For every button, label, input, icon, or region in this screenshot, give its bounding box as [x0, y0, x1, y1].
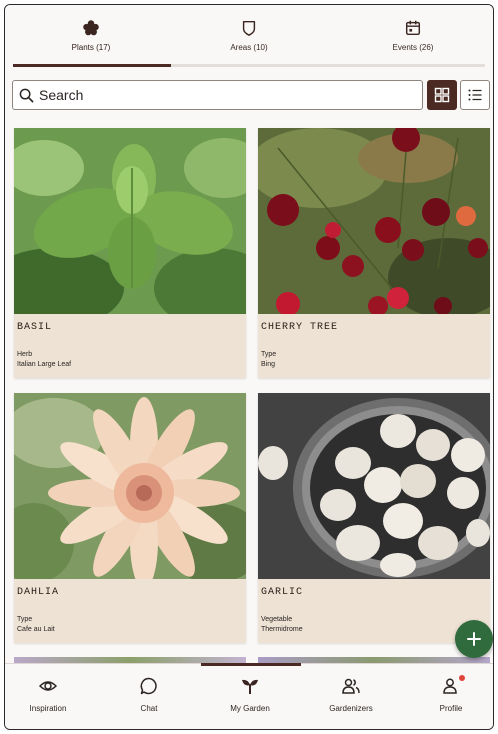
nav-my-garden-label: My Garden	[230, 704, 270, 713]
plant-variety: Thermidrome	[261, 626, 303, 633]
nav-inspiration[interactable]: Inspiration	[8, 676, 88, 713]
tab-active-indicator	[13, 64, 171, 67]
list-view-button[interactable]	[460, 80, 490, 110]
add-plant-button[interactable]	[455, 620, 493, 658]
cherry-tree-photo	[258, 128, 490, 314]
plant-name: GARLIC	[261, 587, 304, 598]
tab-events-label: Events (26)	[392, 43, 434, 52]
profile-icon	[443, 678, 457, 694]
search-input[interactable]: Search	[12, 80, 423, 110]
nav-profile-label: Profile	[439, 704, 463, 713]
nav-active-indicator	[201, 663, 301, 666]
sprout-icon	[242, 679, 258, 694]
search-placeholder: Search	[39, 87, 84, 103]
tab-areas-label: Areas (10)	[230, 43, 268, 52]
plant-type: Vegetable	[261, 616, 293, 623]
nav-gardenizers-label: Gardenizers	[329, 704, 373, 713]
plus-icon	[467, 632, 481, 646]
plant-variety: Cafe au Lait	[17, 626, 55, 633]
list-icon	[468, 89, 482, 101]
top-tabs: Plants (17) Areas (10) Events (26)	[5, 5, 493, 71]
notification-dot	[459, 675, 465, 681]
people-icon	[342, 678, 360, 694]
shield-icon	[242, 20, 256, 36]
tab-plants-label: Plants (17)	[71, 43, 111, 52]
nav-inspiration-label: Inspiration	[29, 704, 67, 713]
plant-type: Type	[17, 616, 33, 623]
plant-type: Herb	[17, 351, 33, 358]
nav-chat-label: Chat	[140, 704, 158, 713]
basil-photo	[14, 128, 246, 314]
grid-view-button[interactable]	[427, 80, 457, 110]
nav-gardenizers[interactable]: Gardenizers	[311, 676, 391, 713]
nav-my-garden[interactable]: My Garden	[210, 676, 290, 713]
plant-variety: Bing	[261, 361, 276, 368]
plant-name: DAHLIA	[17, 587, 60, 598]
calendar-icon	[405, 20, 421, 36]
eye-icon	[38, 681, 58, 691]
search-icon	[19, 88, 34, 102]
plant-card-dahlia[interactable]: DAHLIA Type Cafe au Lait	[14, 393, 246, 643]
chat-bubble-icon	[140, 677, 157, 695]
dahlia-photo	[14, 393, 246, 579]
tab-plants[interactable]: Plants (17)	[11, 19, 171, 52]
garlic-photo	[258, 393, 490, 579]
flower-icon	[83, 20, 99, 36]
nav-chat[interactable]: Chat	[109, 676, 189, 713]
bottom-nav: Inspiration Chat My Garden Gardenizers P…	[5, 663, 493, 729]
plant-name: BASIL	[17, 322, 53, 333]
nav-profile[interactable]: Profile	[411, 675, 491, 713]
plant-card-garlic[interactable]: GARLIC Vegetable Thermidrome	[258, 393, 490, 643]
tab-events[interactable]: Events (26)	[333, 19, 493, 52]
plant-variety: Italian Large Leaf	[17, 361, 72, 368]
plant-name: CHERRY TREE	[261, 322, 339, 333]
tab-areas[interactable]: Areas (10)	[169, 19, 329, 52]
plant-card-cherry-tree[interactable]: CHERRY TREE Type Bing	[258, 128, 490, 378]
plant-type: Type	[261, 351, 277, 358]
plant-card-basil[interactable]: BASIL Herb Italian Large Leaf	[14, 128, 246, 378]
app-frame: Plants (17) Areas (10) Events (26) Searc…	[4, 4, 494, 730]
grid-icon	[434, 87, 450, 103]
